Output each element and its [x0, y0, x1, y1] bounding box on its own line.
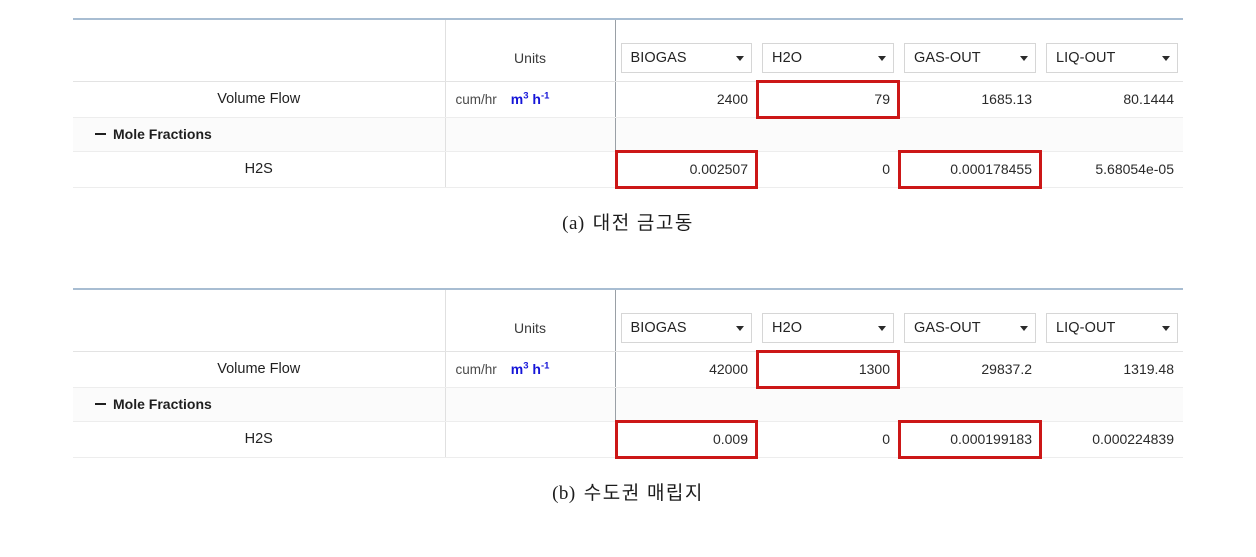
units-si: m3 h-1 [510, 90, 550, 108]
group-row-label[interactable]: Mole Fractions [73, 387, 445, 422]
group-row-label[interactable]: Mole Fractions [73, 117, 445, 152]
cell-h2s-liq-out[interactable]: 5.68054e-05 [1041, 151, 1183, 188]
group-cell-liq-out [1041, 387, 1183, 422]
row-units [444, 421, 615, 458]
stream-selector-biogas[interactable]: BIOGAS [620, 313, 752, 344]
stream-selector-gas-out[interactable]: GAS-OUT [904, 43, 1036, 74]
group-label-text: Mole Fractions [113, 126, 212, 142]
header-blank-cell [73, 289, 445, 352]
header-stream-biogas[interactable]: BIOGAS [614, 289, 757, 352]
table-header-row: Units BIOGAS H2O GAS-OUT LIQ-OUT [73, 289, 1183, 352]
header-stream-gas-out[interactable]: GAS-OUT [899, 289, 1041, 352]
cell-volume-flow-liq-out[interactable]: 80.1444 [1041, 81, 1183, 118]
cell-h2s-biogas[interactable]: 0.002507 [614, 149, 759, 188]
stream-selector-liq-out[interactable]: LIQ-OUT [1046, 43, 1178, 74]
cell-volume-flow-biogas[interactable]: 2400 [614, 81, 757, 118]
group-cell-h2o [757, 117, 899, 152]
units-si: m3 h-1 [510, 360, 550, 378]
units-text: cum/hr [455, 92, 497, 108]
stream-selector-biogas[interactable]: BIOGAS [620, 43, 752, 74]
group-row-units [444, 117, 615, 152]
stream-results-table-b: Units BIOGAS H2O GAS-OUT LIQ-OUT Volume … [73, 288, 1183, 458]
caption-index: (b) [552, 482, 576, 504]
group-cell-h2o [757, 387, 899, 422]
group-cell-gas-out [899, 117, 1041, 152]
stream-selector-h2o[interactable]: H2O [762, 43, 894, 74]
caption-text: 대전 금고동 [592, 212, 694, 234]
chevron-down-icon[interactable] [1162, 325, 1170, 331]
cell-h2s-liq-out[interactable]: 0.000224839 [1041, 421, 1183, 458]
stream-results-table-a: Units BIOGAS H2O GAS-OUT LIQ-OUT Volume … [73, 18, 1183, 188]
cell-volume-flow-gas-out[interactable]: 1685.13 [899, 81, 1041, 118]
row-label: Volume Flow [73, 81, 445, 118]
caption-text: 수도권 매립지 [583, 482, 704, 504]
table-row-volume-flow: Volume Flow cum/hr m3 h-1 42000 1300 2983… [73, 349, 1183, 388]
stream-name-label: GAS-OUT [914, 320, 981, 337]
row-label: H2S [73, 151, 445, 188]
cell-volume-flow-h2o[interactable]: 79 [756, 79, 900, 118]
table-row-mole-fractions-group[interactable]: Mole Fractions [73, 117, 1183, 152]
stream-name-label: BIOGAS [630, 50, 687, 67]
minus-collapse-icon[interactable] [95, 402, 106, 405]
figure-a: Units BIOGAS H2O GAS-OUT LIQ-OUT Volume … [0, 18, 1256, 235]
stream-name-label: LIQ-OUT [1056, 320, 1116, 337]
stream-name-label: H2O [772, 320, 803, 337]
group-cell-gas-out [899, 387, 1041, 422]
cell-h2s-biogas[interactable]: 0.009 [614, 419, 759, 458]
cell-h2s-gas-out[interactable]: 0.000178455 [898, 149, 1042, 188]
group-row-units [444, 387, 615, 422]
header-stream-liq-out[interactable]: LIQ-OUT [1041, 19, 1183, 82]
group-label-text: Mole Fractions [113, 396, 212, 412]
table-header-row: Units BIOGAS H2O GAS-OUT LIQ-OUT [73, 19, 1183, 82]
chevron-down-icon[interactable] [878, 325, 886, 331]
chevron-down-icon[interactable] [736, 55, 744, 61]
cell-volume-flow-biogas[interactable]: 42000 [614, 351, 757, 388]
stream-selector-gas-out[interactable]: GAS-OUT [904, 313, 1036, 344]
header-stream-h2o[interactable]: H2O [757, 289, 899, 352]
chevron-down-icon[interactable] [1020, 55, 1028, 61]
cell-h2s-gas-out[interactable]: 0.000199183 [898, 419, 1042, 458]
header-units-label: Units [444, 19, 615, 82]
units-text: cum/hr [455, 362, 497, 378]
table-row-volume-flow: Volume Flow cum/hr m3 h-1 2400 79 1685.13… [73, 79, 1183, 118]
stream-selector-liq-out[interactable]: LIQ-OUT [1046, 313, 1178, 344]
chevron-down-icon[interactable] [1020, 325, 1028, 331]
figure-b: Units BIOGAS H2O GAS-OUT LIQ-OUT Volume … [0, 288, 1256, 505]
header-stream-biogas[interactable]: BIOGAS [614, 19, 757, 82]
row-units [444, 151, 615, 188]
row-label: H2S [73, 421, 445, 458]
table-row-h2s: H2S 0.009 0 0.000199183 0.000224839 [73, 419, 1183, 458]
row-units: cum/hr m3 h-1 [444, 351, 615, 388]
cell-volume-flow-gas-out[interactable]: 29837.2 [899, 351, 1041, 388]
row-label: Volume Flow [73, 351, 445, 388]
header-stream-liq-out[interactable]: LIQ-OUT [1041, 289, 1183, 352]
figure-caption-b: (b) 수도권 매립지 [0, 478, 1256, 505]
minus-collapse-icon[interactable] [95, 132, 106, 135]
header-units-label: Units [444, 289, 615, 352]
header-stream-h2o[interactable]: H2O [757, 19, 899, 82]
cell-volume-flow-liq-out[interactable]: 1319.48 [1041, 351, 1183, 388]
caption-index: (a) [562, 212, 585, 234]
table-row-h2s: H2S 0.002507 0 0.000178455 5.68054e-05 [73, 149, 1183, 188]
row-units: cum/hr m3 h-1 [444, 81, 615, 118]
stream-name-label: H2O [772, 50, 803, 67]
cell-volume-flow-h2o[interactable]: 1300 [756, 349, 900, 388]
stream-name-label: BIOGAS [630, 320, 687, 337]
cell-h2s-h2o[interactable]: 0 [757, 421, 899, 458]
group-cell-liq-out [1041, 117, 1183, 152]
stream-name-label: LIQ-OUT [1056, 50, 1116, 67]
table-row-mole-fractions-group[interactable]: Mole Fractions [73, 387, 1183, 422]
group-cell-biogas [614, 117, 757, 152]
header-stream-gas-out[interactable]: GAS-OUT [899, 19, 1041, 82]
figure-caption-a: (a) 대전 금고동 [0, 208, 1256, 235]
chevron-down-icon[interactable] [878, 55, 886, 61]
cell-h2s-h2o[interactable]: 0 [757, 151, 899, 188]
chevron-down-icon[interactable] [736, 325, 744, 331]
chevron-down-icon[interactable] [1162, 55, 1170, 61]
stream-selector-h2o[interactable]: H2O [762, 313, 894, 344]
stream-name-label: GAS-OUT [914, 50, 981, 67]
header-blank-cell [73, 19, 445, 82]
group-cell-biogas [614, 387, 757, 422]
